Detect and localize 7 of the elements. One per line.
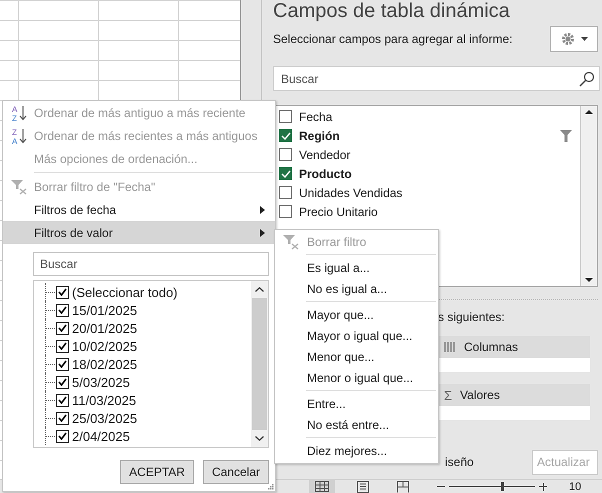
area-label: Columnas: [464, 340, 518, 354]
pane-title: Campos de tabla dinámica: [273, 0, 511, 22]
prompt-label: Seleccionar campos para agregar al informe:: [273, 32, 512, 46]
area-label: Valores: [460, 388, 500, 402]
sigma-icon: Σ: [444, 388, 452, 402]
zoom-level: 10: [569, 480, 582, 492]
defer-label: iseño: [445, 455, 474, 469]
